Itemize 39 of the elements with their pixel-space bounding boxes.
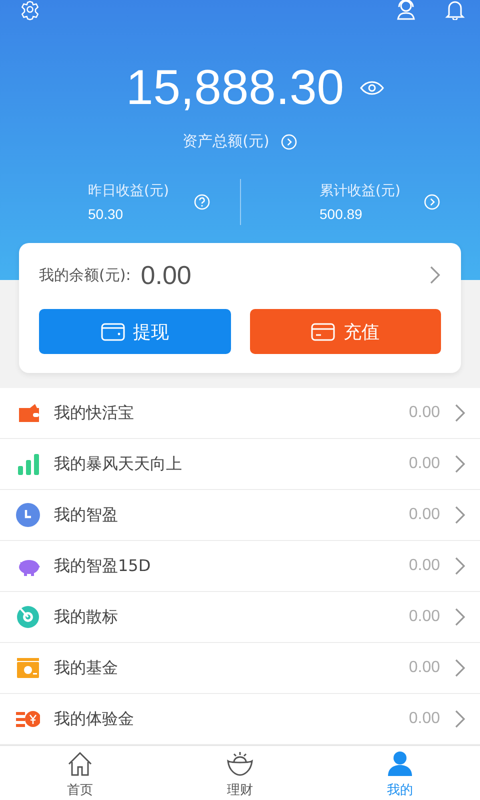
wallet-icon (100, 322, 125, 340)
total-amount: 15,888.30 (126, 62, 344, 114)
asset-item[interactable]: 我的快活宝 0.00 (0, 388, 480, 439)
target-icon (16, 605, 40, 629)
stat-label: 累计收益(元) (320, 182, 400, 200)
help-icon[interactable] (194, 194, 210, 210)
bell-icon[interactable] (444, 0, 466, 20)
asset-item[interactable]: 我的基金 0.00 (0, 643, 480, 694)
asset-item[interactable]: 我的暴风天天向上 0.00 (0, 439, 480, 490)
chevron-icon (454, 607, 466, 627)
support-agent-icon[interactable] (394, 0, 418, 20)
balance-value: 0.00 (140, 260, 192, 290)
cash-icon (16, 656, 40, 680)
stat-value: 50.30 (88, 206, 124, 222)
eye-icon[interactable] (360, 81, 384, 95)
chevron-icon (454, 709, 466, 729)
chevron-icon (454, 403, 466, 423)
balance-label: 我的余额(元): (39, 266, 131, 284)
tab[interactable]: 理财 (160, 746, 320, 800)
chevron-circle-icon[interactable] (281, 134, 298, 150)
bar-chart-icon (16, 452, 40, 476)
chevron-icon (454, 658, 466, 678)
withdraw-button[interactable]: 提现 (39, 309, 230, 354)
chevron-icon (429, 265, 441, 285)
card-icon (311, 322, 336, 340)
chevron-icon (454, 454, 466, 474)
stat-value: 500.89 (320, 206, 364, 222)
chevron-circle-icon[interactable] (424, 194, 440, 210)
asset-item[interactable]: 我的智盈15D 0.00 (0, 541, 480, 592)
person-icon (385, 749, 415, 779)
total-label: 资产总额(元) (182, 132, 270, 151)
clock-icon (16, 503, 40, 527)
chevron-icon (454, 556, 466, 576)
asset-item[interactable]: 我的智盈 0.00 (0, 490, 480, 541)
asset-item[interactable]: 我的散标 0.00 (0, 592, 480, 643)
chevron-icon (454, 505, 466, 525)
tab[interactable]: 首页 (0, 746, 160, 800)
wallet-icon (16, 401, 40, 425)
stat-label: 昨日收益(元) (88, 182, 169, 200)
